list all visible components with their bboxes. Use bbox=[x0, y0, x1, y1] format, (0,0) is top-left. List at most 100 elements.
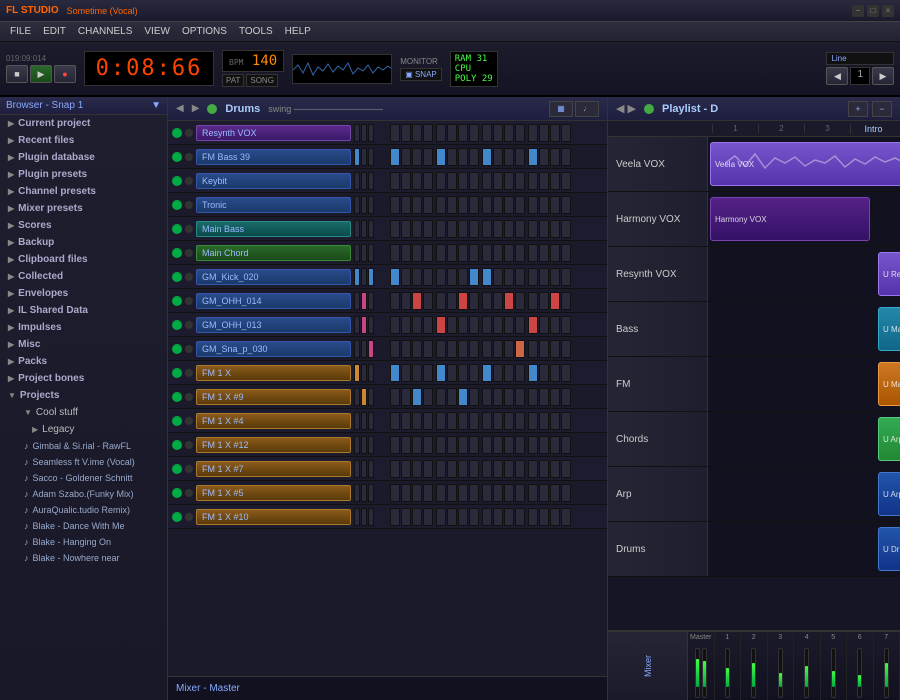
mini-step[interactable] bbox=[354, 268, 360, 286]
step-btn[interactable] bbox=[412, 412, 422, 430]
step-btn[interactable] bbox=[482, 244, 492, 262]
mixer-fader-track[interactable] bbox=[857, 648, 862, 698]
step-btn[interactable] bbox=[401, 244, 411, 262]
track-content[interactable]: U Main Bass3 bbox=[708, 302, 900, 356]
step-btn[interactable] bbox=[469, 508, 479, 526]
sidebar-file-1[interactable]: ♪ Gimbal & Si.rial - RawFL bbox=[0, 438, 167, 454]
step-btn[interactable] bbox=[504, 172, 514, 190]
mini-step[interactable] bbox=[368, 196, 374, 214]
channel-active-btn[interactable] bbox=[172, 248, 182, 258]
mini-step[interactable] bbox=[354, 340, 360, 358]
step-btn[interactable] bbox=[447, 460, 457, 478]
track-block[interactable]: U Main Bass3 bbox=[878, 307, 900, 351]
step-btn[interactable] bbox=[528, 172, 538, 190]
step-btn[interactable] bbox=[412, 460, 422, 478]
channel-name[interactable]: FM 1 X #9 bbox=[196, 389, 351, 405]
step-btn[interactable] bbox=[401, 292, 411, 310]
channel-mute-btn[interactable] bbox=[185, 249, 193, 257]
track-block[interactable]: U Resy bbox=[878, 252, 900, 296]
mini-step[interactable] bbox=[368, 148, 374, 166]
step-btn[interactable] bbox=[458, 148, 468, 166]
step-btn[interactable] bbox=[482, 268, 492, 286]
channel-active-btn[interactable] bbox=[172, 224, 182, 234]
step-btn[interactable] bbox=[390, 124, 400, 142]
step-btn[interactable] bbox=[412, 124, 422, 142]
step-btn[interactable] bbox=[515, 148, 525, 166]
channel-mute-btn[interactable] bbox=[185, 393, 193, 401]
sidebar-file-7[interactable]: ♪ Blake - Hanging On bbox=[0, 534, 167, 550]
track-content[interactable]: Veela VOX bbox=[708, 137, 900, 191]
step-btn[interactable] bbox=[447, 268, 457, 286]
step-btn[interactable] bbox=[423, 196, 433, 214]
step-btn[interactable] bbox=[561, 220, 571, 238]
channel-mute-btn[interactable] bbox=[185, 345, 193, 353]
sidebar-item-clipboard[interactable]: ▶ Clipboard files bbox=[0, 251, 167, 268]
step-btn[interactable] bbox=[436, 268, 446, 286]
step-btn[interactable] bbox=[539, 412, 549, 430]
step-btn[interactable] bbox=[550, 172, 560, 190]
step-btn[interactable] bbox=[539, 508, 549, 526]
step-btn[interactable] bbox=[390, 484, 400, 502]
step-btn[interactable] bbox=[390, 196, 400, 214]
step-btn[interactable] bbox=[401, 388, 411, 406]
mini-step[interactable] bbox=[354, 436, 360, 454]
sidebar-item-plugin-presets[interactable]: ▶ Plugin presets bbox=[0, 166, 167, 183]
mixer-fader-track[interactable] bbox=[884, 648, 889, 698]
step-btn[interactable] bbox=[482, 196, 492, 214]
channel-active-btn[interactable] bbox=[172, 272, 182, 282]
sidebar-item-cool-stuff[interactable]: ▼ Cool stuff bbox=[0, 404, 167, 421]
step-btn[interactable] bbox=[504, 388, 514, 406]
step-btn[interactable] bbox=[539, 364, 549, 382]
step-btn[interactable] bbox=[469, 436, 479, 454]
step-btn[interactable] bbox=[515, 196, 525, 214]
step-btn[interactable] bbox=[458, 508, 468, 526]
step-btn[interactable] bbox=[528, 244, 538, 262]
step-btn[interactable] bbox=[447, 340, 457, 358]
channel-name[interactable]: Resynth VOX bbox=[196, 125, 351, 141]
step-btn[interactable] bbox=[482, 124, 492, 142]
track-content[interactable]: U Arp 2 U Arp 2 U Arp bbox=[708, 467, 900, 521]
step-btn[interactable] bbox=[550, 316, 560, 334]
step-btn[interactable] bbox=[390, 412, 400, 430]
line-selector[interactable]: Line bbox=[826, 52, 894, 65]
step-btn[interactable] bbox=[458, 220, 468, 238]
step-btn[interactable] bbox=[390, 460, 400, 478]
step-btn[interactable] bbox=[423, 220, 433, 238]
step-btn[interactable] bbox=[539, 388, 549, 406]
step-btn[interactable] bbox=[493, 316, 503, 334]
step-btn[interactable] bbox=[515, 316, 525, 334]
step-btn[interactable] bbox=[412, 436, 422, 454]
step-btn[interactable] bbox=[539, 124, 549, 142]
step-btn[interactable] bbox=[458, 484, 468, 502]
step-btn[interactable] bbox=[528, 268, 538, 286]
step-btn[interactable] bbox=[515, 364, 525, 382]
step-btn[interactable] bbox=[515, 436, 525, 454]
channel-active-btn[interactable] bbox=[172, 296, 182, 306]
step-btn[interactable] bbox=[447, 220, 457, 238]
step-btn[interactable] bbox=[469, 484, 479, 502]
step-btn[interactable] bbox=[528, 364, 538, 382]
mini-step[interactable] bbox=[361, 244, 367, 262]
step-btn[interactable] bbox=[482, 484, 492, 502]
step-btn[interactable] bbox=[493, 508, 503, 526]
track-block[interactable]: Harmony VOX bbox=[710, 197, 870, 241]
step-btn[interactable] bbox=[447, 388, 457, 406]
step-btn[interactable] bbox=[528, 484, 538, 502]
mini-step[interactable] bbox=[368, 412, 374, 430]
step-btn[interactable] bbox=[412, 220, 422, 238]
step-btn[interactable] bbox=[550, 148, 560, 166]
step-btn[interactable] bbox=[550, 484, 560, 502]
step-btn[interactable] bbox=[423, 484, 433, 502]
track-block[interactable]: U Drums #2 bbox=[878, 527, 900, 571]
step-btn[interactable] bbox=[469, 220, 479, 238]
step-btn[interactable] bbox=[528, 196, 538, 214]
step-btn[interactable] bbox=[504, 220, 514, 238]
step-btn[interactable] bbox=[539, 268, 549, 286]
step-btn[interactable] bbox=[469, 148, 479, 166]
step-btn[interactable] bbox=[550, 244, 560, 262]
step-btn[interactable] bbox=[423, 436, 433, 454]
step-btn[interactable] bbox=[412, 316, 422, 334]
step-btn[interactable] bbox=[561, 148, 571, 166]
step-btn[interactable] bbox=[504, 484, 514, 502]
mini-step[interactable] bbox=[361, 196, 367, 214]
